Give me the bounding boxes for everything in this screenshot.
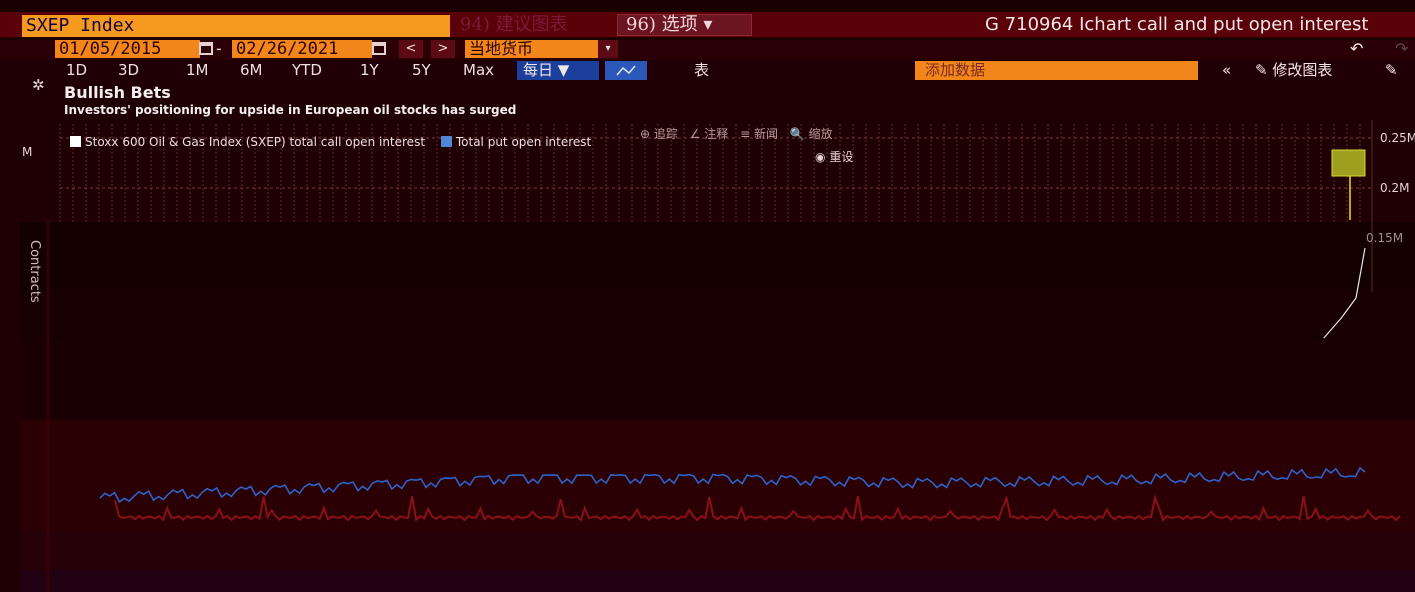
last-value-marker: [1331, 149, 1366, 177]
left-axis-unit: M: [22, 145, 33, 159]
chart-canvas: [20, 120, 1415, 592]
legend-swatch-call: [70, 136, 81, 147]
legend-item-put[interactable]: Total put open interest: [440, 135, 592, 149]
y-tick-label: 0.2M: [1380, 181, 1410, 195]
reset-icon: ◉: [815, 150, 826, 164]
reset-button[interactable]: ◉ 重设: [815, 150, 853, 164]
band-purple-6: [20, 570, 1415, 592]
y-tick-label: 0.25M: [1380, 131, 1415, 145]
chart-title: Bullish Bets: [64, 83, 171, 102]
legend-label-put: Total put open interest: [455, 135, 592, 149]
zoom-button[interactable]: 🔍 缩放: [790, 127, 833, 141]
legend-item-call[interactable]: Stoxx 600 Oil & Gas Index (SXEP) total c…: [70, 135, 429, 149]
reset-label: 重设: [829, 150, 854, 164]
legend-label-call: Stoxx 600 Oil & Gas Index (SXEP) total c…: [85, 135, 426, 149]
chart-legend: Stoxx 600 Oil & Gas Index (SXEP) total c…: [70, 134, 603, 150]
y-axis-label: Contracts: [27, 240, 42, 303]
gear-icon[interactable]: ✲: [32, 78, 45, 93]
chart-tools: ⊕ 追踪 ∠ 注释 ≡ 新闻 🔍 缩放: [640, 126, 841, 142]
annotate-button[interactable]: ∠ 注释: [690, 127, 729, 141]
y-tick-label: 0.15M: [1366, 231, 1404, 245]
bloomberg-terminal-screen: SXEP Index 94) 建议图表 96) 选项 ▾ G 710964 Ic…: [0, 0, 1415, 592]
band-dark-3: [20, 340, 1415, 420]
band-dark-1: [20, 222, 1415, 290]
news-button[interactable]: ≡ 新闻: [740, 127, 778, 141]
band-red-5: [20, 530, 1415, 570]
track-button[interactable]: ⊕ 追踪: [640, 127, 678, 141]
band-dark-2: [20, 290, 1415, 340]
legend-swatch-put: [440, 136, 452, 147]
chart-subtitle: Investors' positioning for upside in Eur…: [64, 103, 517, 117]
